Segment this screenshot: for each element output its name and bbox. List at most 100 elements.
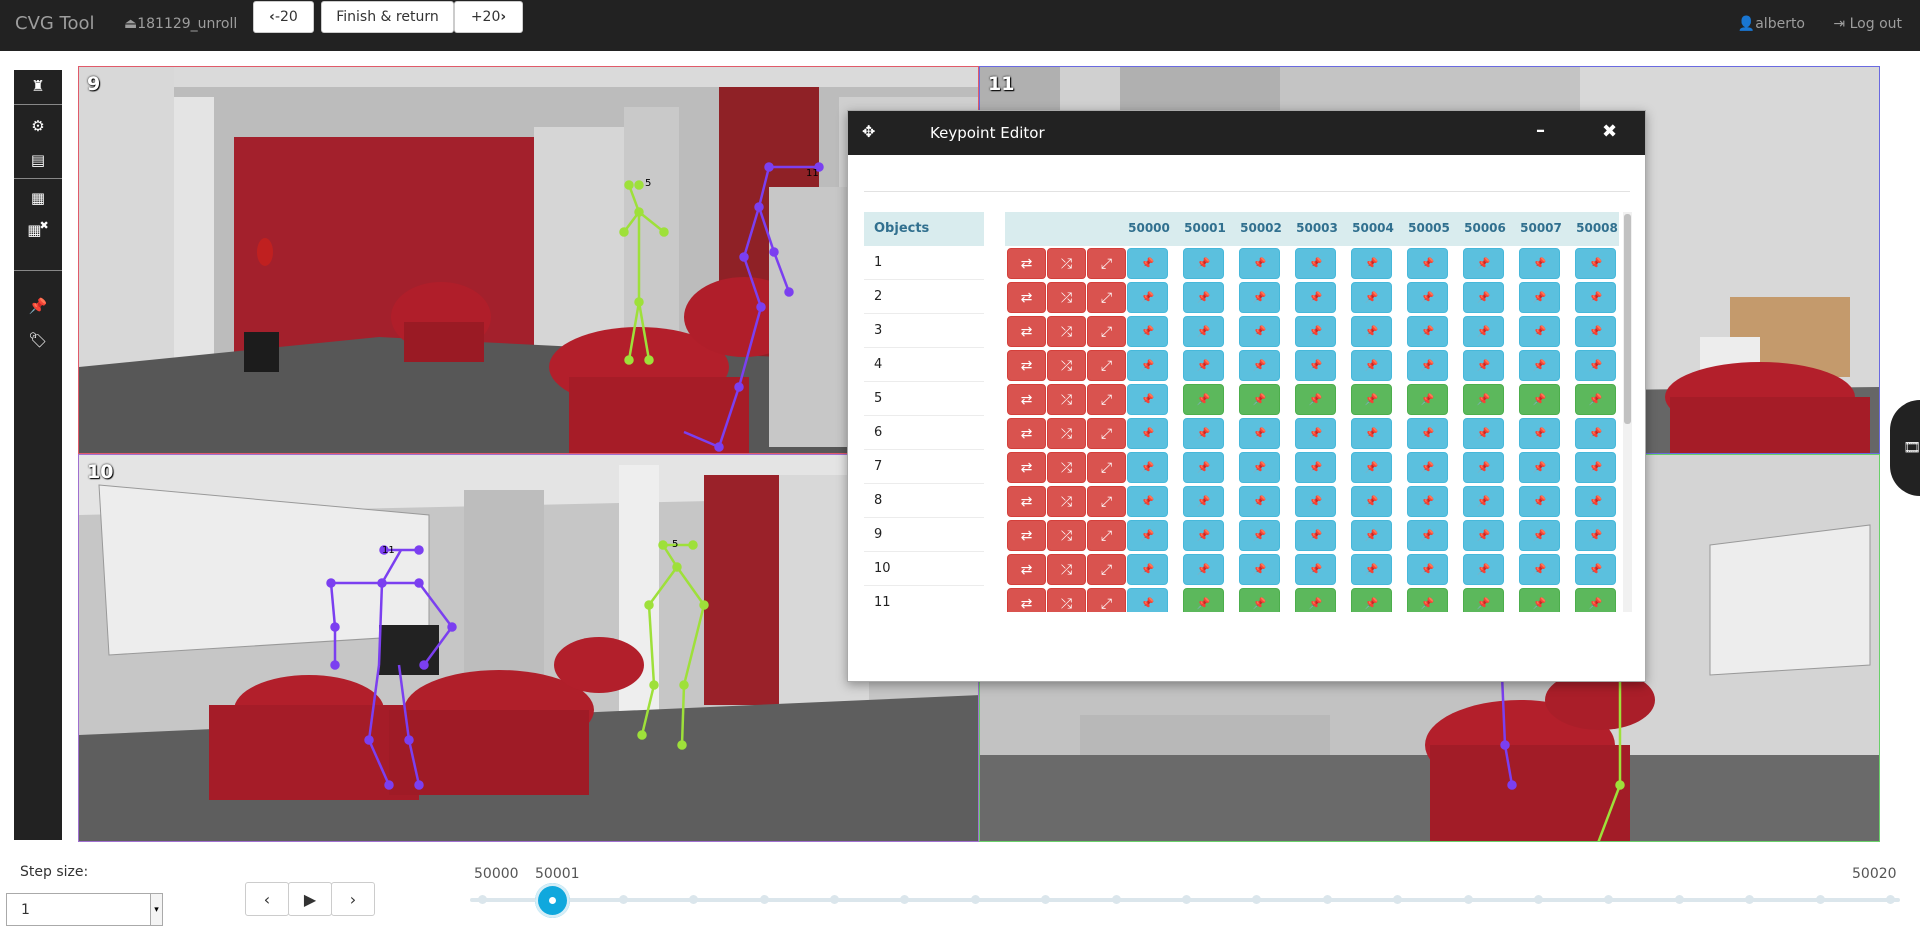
swap-button[interactable]: ⇄ — [1007, 520, 1046, 551]
move-icon[interactable]: ✥ — [862, 122, 875, 141]
keypoint-button[interactable]: 📌 — [1463, 384, 1504, 415]
keypoint-button[interactable]: 📌 — [1575, 248, 1616, 279]
scrollbar-thumb[interactable] — [1624, 214, 1631, 424]
camera-view-10[interactable]: 11 5 10 — [78, 454, 979, 842]
keypoint-button[interactable]: 📌 — [1575, 384, 1616, 415]
slider-tick[interactable] — [689, 895, 699, 904]
keypoint-button[interactable]: 📌 — [1239, 486, 1280, 517]
keypoint-button[interactable]: 📌 — [1295, 282, 1336, 313]
erase-pin-button[interactable]: ⤢ — [1087, 588, 1126, 612]
shuffle-button[interactable]: ⤮ — [1047, 418, 1086, 449]
keypoint-button[interactable]: 📌 — [1351, 384, 1392, 415]
object-row[interactable]: 11 — [864, 586, 984, 612]
object-row[interactable]: 4 — [864, 348, 984, 382]
swap-button[interactable]: ⇄ — [1007, 588, 1046, 612]
keypoint-button[interactable]: 📌 — [1575, 452, 1616, 483]
swap-button[interactable]: ⇄ — [1007, 486, 1046, 517]
keypoint-button[interactable]: 📌 — [1295, 588, 1336, 612]
swap-button[interactable]: ⇄ — [1007, 248, 1046, 279]
keypoint-button[interactable]: 📌 — [1519, 588, 1560, 612]
slider-tick[interactable] — [618, 895, 628, 904]
keypoint-button[interactable]: 📌 — [1127, 520, 1168, 551]
keypoint-button[interactable]: 📌 — [1127, 350, 1168, 381]
keypoint-button[interactable]: 📌 — [1463, 452, 1504, 483]
step-forward-button[interactable]: › — [331, 882, 375, 916]
keypoint-button[interactable]: 📌 — [1463, 520, 1504, 551]
keypoint-button[interactable]: 📌 — [1575, 554, 1616, 585]
keypoint-button[interactable]: 📌 — [1463, 418, 1504, 449]
shuffle-button[interactable]: ⤮ — [1047, 452, 1086, 483]
keypoint-button[interactable]: 📌 — [1239, 554, 1280, 585]
keypoint-button[interactable]: 📌 — [1183, 486, 1224, 517]
keypoint-button[interactable]: 📌 — [1127, 452, 1168, 483]
shuffle-button[interactable]: ⤮ — [1047, 486, 1086, 517]
keypoint-button[interactable]: 📌 — [1183, 316, 1224, 347]
erase-pin-button[interactable]: ⤢ — [1087, 384, 1126, 415]
keypoint-button[interactable]: 📌 — [1295, 248, 1336, 279]
keypoint-button[interactable]: 📌 — [1407, 486, 1448, 517]
keypoint-button[interactable]: 📌 — [1463, 486, 1504, 517]
slider-tick[interactable] — [1604, 895, 1614, 904]
brand-title[interactable]: CVG Tool — [15, 13, 95, 34]
slider-tick[interactable] — [1322, 895, 1332, 904]
keypoint-button[interactable]: 📌 — [1351, 350, 1392, 381]
keypoint-button[interactable]: 📌 — [1519, 520, 1560, 551]
object-row[interactable]: 6 — [864, 416, 984, 450]
slider-tick[interactable] — [1886, 895, 1895, 904]
user-menu[interactable]: 👤alberto — [1738, 16, 1805, 32]
keypoint-button[interactable]: 📌 — [1127, 588, 1168, 612]
keypoint-button[interactable]: 📌 — [1351, 554, 1392, 585]
keypoint-button[interactable]: 📌 — [1575, 282, 1616, 313]
dialog-header[interactable]: ✥ Keypoint Editor – ✖ — [848, 111, 1645, 155]
keypoint-button[interactable]: 📌 — [1183, 282, 1224, 313]
film-icon[interactable]: 🎞 — [1890, 400, 1920, 496]
keypoint-button[interactable]: 📌 — [1519, 282, 1560, 313]
keypoint-button[interactable]: 📌 — [1575, 588, 1616, 612]
erase-pin-button[interactable]: ⤢ — [1087, 350, 1126, 381]
minimize-icon[interactable]: – — [1536, 120, 1545, 141]
erase-pin-button[interactable]: ⤢ — [1087, 282, 1126, 313]
keypoint-button[interactable]: 📌 — [1463, 282, 1504, 313]
erase-pin-button[interactable]: ⤢ — [1087, 316, 1126, 347]
slider-tick[interactable] — [1815, 895, 1825, 904]
keypoint-button[interactable]: 📌 — [1351, 418, 1392, 449]
erase-pin-button[interactable]: ⤢ — [1087, 452, 1126, 483]
slider-tick[interactable] — [1674, 895, 1684, 904]
keypoint-button[interactable]: 📌 — [1183, 588, 1224, 612]
swap-button[interactable]: ⇄ — [1007, 452, 1046, 483]
keypoint-button[interactable]: 📌 — [1407, 588, 1448, 612]
keypoint-button[interactable]: 📌 — [1575, 418, 1616, 449]
object-row[interactable]: 5 — [864, 382, 984, 416]
keypoint-button[interactable]: 📌 — [1295, 452, 1336, 483]
keypoint-button[interactable]: 📌 — [1407, 282, 1448, 313]
keypoint-button[interactable]: 📌 — [1519, 486, 1560, 517]
slider-tick[interactable] — [1111, 895, 1121, 904]
keypoint-button[interactable]: 📌 — [1127, 418, 1168, 449]
keypoint-button[interactable]: 📌 — [1351, 452, 1392, 483]
keypoint-button[interactable]: 📌 — [1407, 384, 1448, 415]
slider-tick[interactable] — [759, 895, 769, 904]
erase-pin-button[interactable]: ⤢ — [1087, 520, 1126, 551]
shuffle-button[interactable]: ⤮ — [1047, 554, 1086, 585]
keypoint-button[interactable]: 📌 — [1239, 282, 1280, 313]
keypoint-button[interactable]: 📌 — [1127, 486, 1168, 517]
close-icon[interactable]: ✖ — [1602, 121, 1617, 142]
shuffle-button[interactable]: ⤮ — [1047, 588, 1086, 612]
slider-tick[interactable] — [1393, 895, 1403, 904]
keypoint-button[interactable]: 📌 — [1239, 350, 1280, 381]
keypoint-button[interactable]: 📌 — [1407, 554, 1448, 585]
object-row[interactable]: 1 — [864, 246, 984, 280]
keypoint-button[interactable]: 📌 — [1463, 588, 1504, 612]
object-row[interactable]: 2 — [864, 280, 984, 314]
swap-button[interactable]: ⇄ — [1007, 350, 1046, 381]
swap-button[interactable]: ⇄ — [1007, 384, 1046, 415]
keypoint-button[interactable]: 📌 — [1575, 520, 1616, 551]
keypoint-button[interactable]: 📌 — [1407, 316, 1448, 347]
keypoint-button[interactable]: 📌 — [1295, 520, 1336, 551]
object-row[interactable]: 7 — [864, 450, 984, 484]
shuffle-button[interactable]: ⤮ — [1047, 350, 1086, 381]
keypoint-button[interactable]: 📌 — [1239, 418, 1280, 449]
swap-button[interactable]: ⇄ — [1007, 316, 1046, 347]
keypoint-button[interactable]: 📌 — [1575, 486, 1616, 517]
keypoint-button[interactable]: 📌 — [1183, 350, 1224, 381]
